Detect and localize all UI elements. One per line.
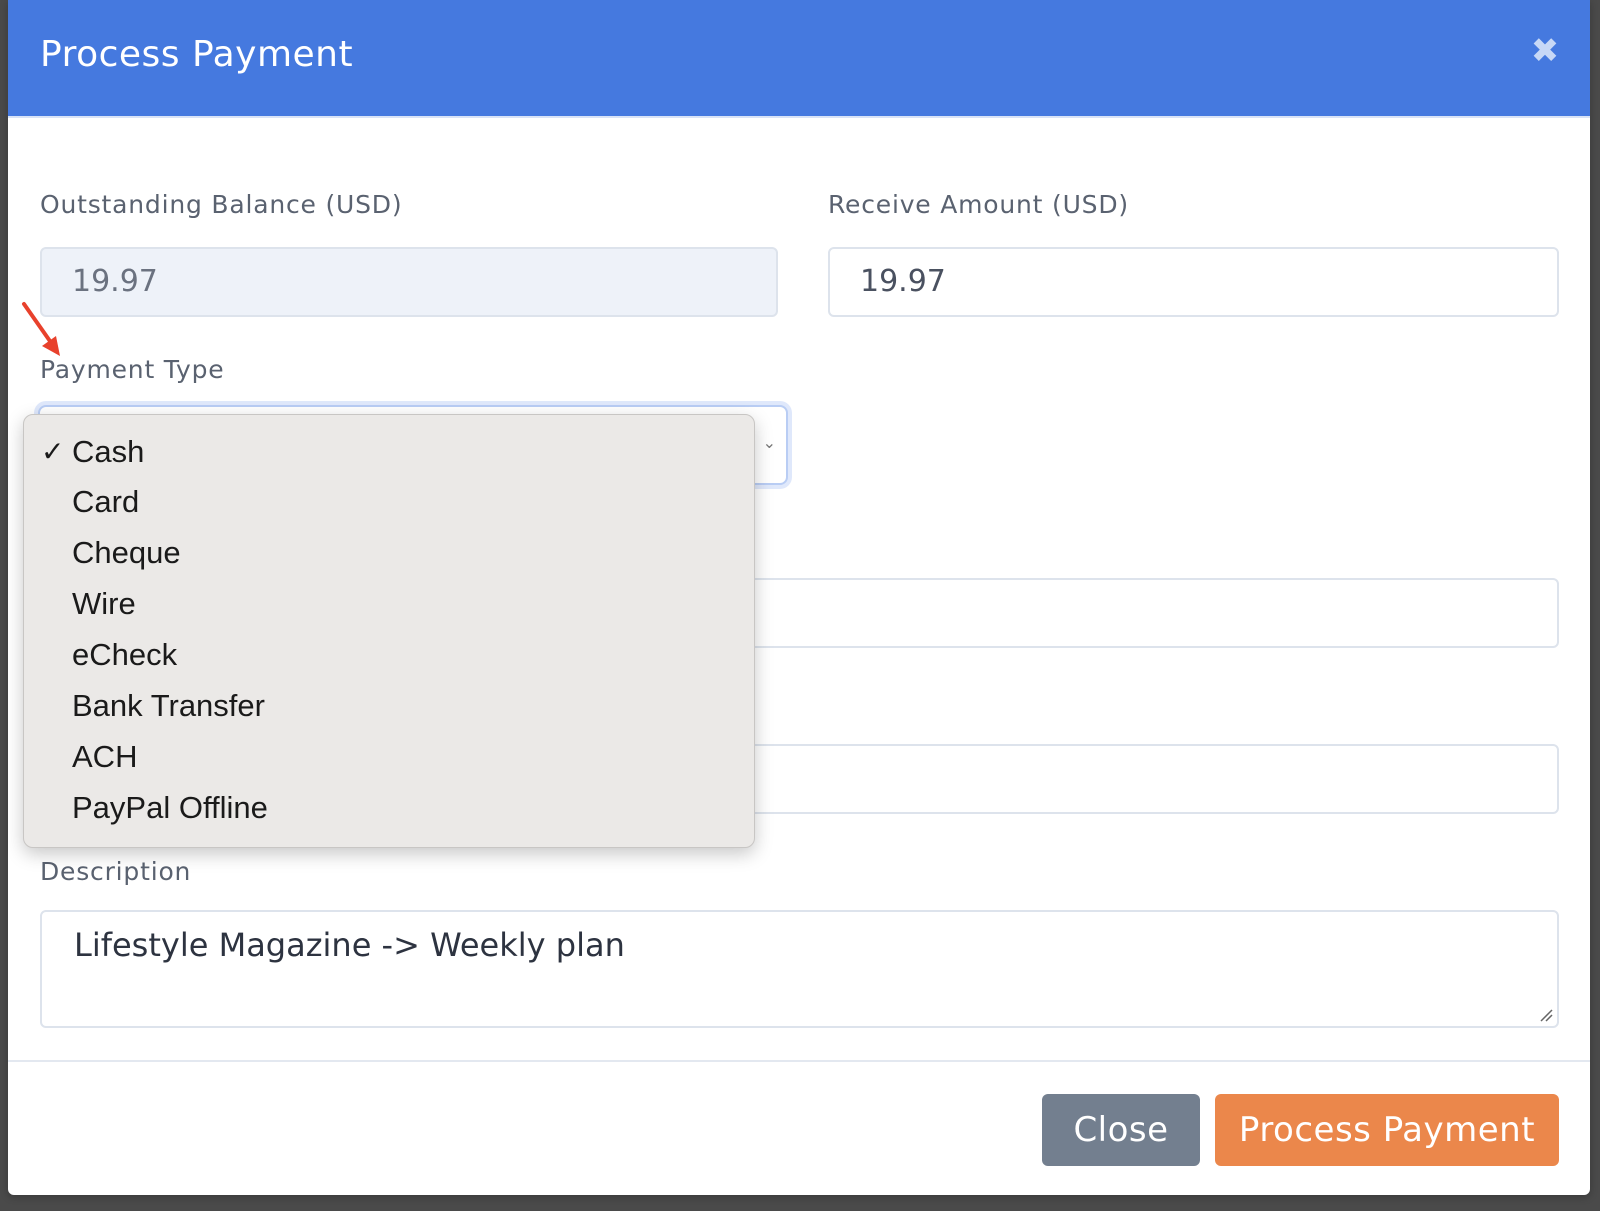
description-textarea[interactable]: Lifestyle Magazine -> Weekly plan bbox=[40, 910, 1559, 1028]
outstanding-balance-label: Outstanding Balance (USD) bbox=[40, 190, 403, 219]
description-label: Description bbox=[40, 857, 192, 886]
option-cheque[interactable]: Cheque bbox=[24, 528, 754, 578]
close-icon[interactable]: ✖ bbox=[1528, 34, 1562, 68]
option-wire[interactable]: Wire bbox=[24, 579, 754, 629]
option-card[interactable]: Card bbox=[24, 477, 754, 527]
modal-header: Process Payment ✖ bbox=[8, 0, 1590, 118]
option-bank-transfer[interactable]: Bank Transfer bbox=[24, 681, 754, 731]
receive-amount-input[interactable]: 19.97 bbox=[828, 247, 1559, 317]
annotation-arrow-icon bbox=[22, 302, 60, 356]
option-echeck[interactable]: eCheck bbox=[24, 630, 754, 680]
checkmark-icon: ✓ bbox=[41, 435, 65, 468]
process-payment-button[interactable]: Process Payment bbox=[1215, 1094, 1559, 1166]
payment-type-label: Payment Type bbox=[40, 355, 225, 384]
option-ach[interactable]: ACH bbox=[24, 732, 754, 782]
close-button[interactable]: Close bbox=[1042, 1094, 1200, 1166]
chevron-down-icon: ⌄ bbox=[762, 433, 776, 452]
footer-divider bbox=[8, 1060, 1590, 1062]
outstanding-balance-field: 19.97 bbox=[40, 247, 778, 317]
payment-type-dropdown: ✓ Cash Card Cheque Wire eCheck Bank Tran… bbox=[23, 414, 755, 848]
receive-amount-label: Receive Amount (USD) bbox=[828, 190, 1129, 219]
description-text: Lifestyle Magazine -> Weekly plan bbox=[74, 926, 625, 964]
option-paypal-offline[interactable]: PayPal Offline bbox=[24, 783, 754, 833]
resize-grip-icon[interactable] bbox=[1539, 1008, 1553, 1022]
modal-title: Process Payment bbox=[40, 34, 354, 75]
option-cash[interactable]: ✓ Cash bbox=[24, 427, 754, 477]
